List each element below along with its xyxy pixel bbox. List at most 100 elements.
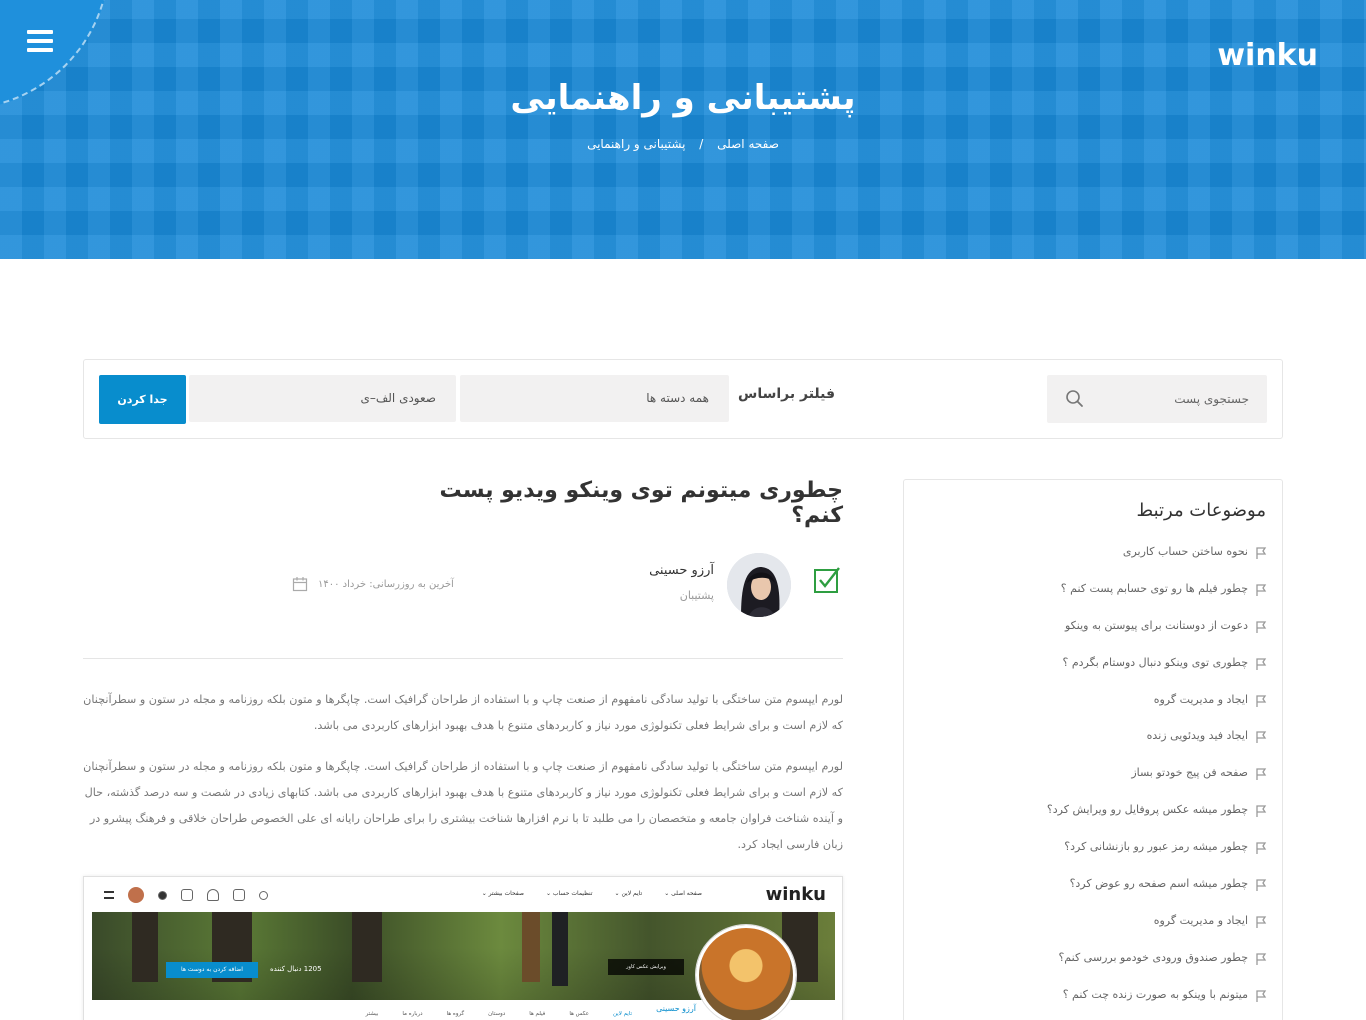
preview-logo: winku (765, 884, 826, 905)
preview-tab: دوستان (488, 1011, 506, 1017)
author-avatar[interactable] (727, 553, 791, 617)
preview-menu-item: تایم لاین ⌄ (614, 890, 643, 897)
topics-list: نحوه ساختن حساب کاربری چطور فیلم ها رو تو… (918, 545, 1268, 1020)
preview-tab: تایم لاین (612, 1011, 632, 1017)
topic-item[interactable]: چطور میشه رمز عبور رو بازنشانی کرد؟ (918, 840, 1268, 877)
topic-item[interactable]: چطور میشه اسم صفحه رو عوض کرد؟ (918, 877, 1268, 914)
breadcrumb-home-link[interactable]: صفحه اصلی (717, 137, 779, 151)
flag-icon (1256, 953, 1267, 965)
page-hero: winku پشتیبانی و راهنمایی صفحه اصلی / پش… (0, 0, 1366, 259)
preview-tab: عکس ها (569, 1011, 589, 1017)
preview-tab: درباره ما (402, 1011, 423, 1017)
topic-label: ایجاد فید ویدئویی زنده (1146, 729, 1248, 743)
author-role: پشتیبان (679, 589, 714, 602)
author-name[interactable]: آرزو حسینی (649, 563, 714, 578)
content-divider (83, 658, 843, 659)
topic-item[interactable]: چطور صندوق ورودی خودمو بررسی کنم؟ (918, 951, 1268, 988)
topic-item[interactable]: میتونم با وینکو به صورت زنده چت کنم ؟ (918, 988, 1268, 1020)
topic-item[interactable]: ایجاد و مدیریت گروه (918, 693, 1268, 730)
preview-menu-item: تنظیمات حساب ⌄ (545, 890, 593, 897)
preview-tabs: تایم لاین عکس ها فیلم ها دوستان گروه ها … (366, 1011, 632, 1017)
post-paragraph-1: لورم ایپسوم متن ساختگی با تولید سادگی نا… (83, 693, 843, 732)
topic-item[interactable]: نحوه ساختن حساب کاربری (918, 545, 1268, 582)
breadcrumb-separator: / (699, 137, 704, 151)
page-title: پشتیبانی و راهنمایی (510, 78, 856, 118)
topic-label: چطور میشه اسم صفحه رو عوض کرد؟ (1069, 877, 1248, 891)
topic-label: دعوت از دوستانت برای پیوستن به وینکو (1065, 618, 1248, 632)
site-logo[interactable]: winku (1217, 38, 1318, 73)
topic-item[interactable]: چطوری توی وینکو دنبال دوستام بگردم ؟ (918, 656, 1268, 693)
topic-item[interactable]: صفحه فن پیج خودتو بساز (918, 766, 1268, 803)
topic-item[interactable]: چطور فیلم ها رو توی حسابم پست کنم ؟ (918, 582, 1268, 619)
topic-label: چطور میشه رمز عبور رو بازنشانی کرد؟ (1064, 840, 1248, 854)
preview-globe-icon (158, 890, 167, 900)
topic-label: صفحه فن پیج خودتو بساز (1131, 766, 1248, 780)
flag-icon (1256, 842, 1267, 855)
preview-tab: بیشتر (365, 1011, 379, 1017)
flag-icon (1256, 916, 1267, 928)
flag-icon (1256, 990, 1267, 1002)
breadcrumb: صفحه اصلی / پشتیبانی و راهنمایی (0, 137, 1366, 151)
topic-label: چطور میشه عکس پروفایل رو ویرایش کرد؟ (1046, 803, 1248, 817)
post-preview-image: winku صفحه اصلی ⌄ تایم لاین ⌄ تنظیمات حس… (83, 876, 843, 1020)
preview-edit-cover: ویرایش عکس کاور (608, 959, 684, 975)
post-paragraph-2: لورم ایپسوم متن ساختگی با تولید سادگی نا… (83, 760, 843, 851)
checkbox-icon[interactable] (813, 566, 841, 594)
topic-label: میتونم با وینکو به صورت زنده چت کنم ؟ (1062, 987, 1248, 1001)
breadcrumb-current: پشتیبانی و راهنمایی (587, 137, 686, 151)
flag-icon (1256, 768, 1267, 781)
flag-icon (1256, 658, 1267, 670)
filter-bar: فیلتر براساس همه دسته ها صعودی الف–ی جدا… (83, 359, 1283, 439)
preview-tab: فیلم ها (529, 1011, 546, 1017)
preview-menu: صفحه اصلی ⌄ تایم لاین ⌄ تنظیمات حساب ⌄ ص… (482, 890, 702, 897)
topic-label: چطوری توی وینکو دنبال دوستام بگردم ؟ (1062, 655, 1249, 669)
preview-tree-trunk (352, 912, 382, 982)
post-title: چطوری میتونم توی وینکو ویدیو پست کنم؟ (439, 478, 843, 528)
category-select[interactable]: همه دسته ها (460, 375, 729, 422)
preview-navbar: winku صفحه اصلی ⌄ تایم لاین ⌄ تنظیمات حس… (84, 877, 842, 912)
sort-select[interactable]: صعودی الف–ی (189, 375, 456, 422)
topic-item[interactable]: دعوت از دوستانت برای پیوستن به وینکو (918, 619, 1268, 656)
flag-icon (1256, 621, 1267, 633)
preview-search-icon (259, 890, 268, 900)
preview-user-avatar (128, 887, 144, 903)
topic-item[interactable]: ایجاد و مدیریت گروه (918, 914, 1268, 951)
last-updated: آخرین به روزرسانی: خرداد ۱۴۰۰ (292, 576, 454, 592)
topic-label: ایجاد و مدیریت گروه (1153, 692, 1248, 706)
preview-message-icon (181, 889, 193, 901)
separate-button[interactable]: جدا کردن (99, 375, 186, 424)
preview-walker (552, 912, 568, 986)
preview-walker (522, 912, 540, 982)
topic-label: چطور فیلم ها رو توی حسابم پست کنم ؟ (1060, 581, 1248, 595)
flag-icon (1256, 694, 1267, 707)
sidebar-title: موضوعات مرتبط (1136, 500, 1266, 521)
calendar-icon (292, 577, 308, 592)
topic-item[interactable]: چطور میشه عکس پروفایل رو ویرایش کرد؟ (918, 803, 1268, 840)
flag-icon (1256, 584, 1267, 596)
search-input[interactable] (1089, 375, 1249, 423)
last-updated-text: آخرین به روزرسانی: خرداد ۱۴۰۰ (318, 578, 454, 590)
flag-icon (1256, 879, 1267, 892)
preview-add-friend-button: اضافه کردن به دوست ها (166, 962, 258, 978)
preview-tab: گروه ها (446, 1011, 465, 1017)
preview-nav-icons (104, 887, 268, 903)
preview-profile-photo (696, 925, 796, 1020)
menu-icon[interactable] (27, 30, 53, 52)
topic-label: ایجاد و مدیریت گروه (1153, 913, 1248, 927)
preview-tree-trunk (132, 912, 158, 982)
preview-profile-name: آرزو حسینی (656, 1004, 696, 1013)
preview-home-icon (233, 889, 245, 901)
flag-icon (1256, 805, 1267, 818)
preview-bell-icon (207, 889, 219, 901)
preview-followers: 1205 دنبال کننده (270, 965, 322, 973)
related-topics-sidebar: موضوعات مرتبط نحوه ساختن حساب کاربری چطور… (903, 479, 1283, 1020)
topic-item[interactable]: ایجاد فید ویدئویی زنده (918, 729, 1268, 766)
search-icon[interactable] (1065, 389, 1085, 409)
topic-label: نحوه ساختن حساب کاربری (1122, 545, 1248, 558)
topic-label: چطور صندوق ورودی خودمو بررسی کنم؟ (1058, 950, 1248, 964)
preview-menu-item: صفحات بیشتر ⌄ (481, 890, 524, 897)
flag-icon (1256, 731, 1267, 744)
flag-icon (1256, 547, 1267, 559)
filter-label: فیلتر براساس (738, 386, 836, 402)
search-box (1047, 375, 1267, 423)
